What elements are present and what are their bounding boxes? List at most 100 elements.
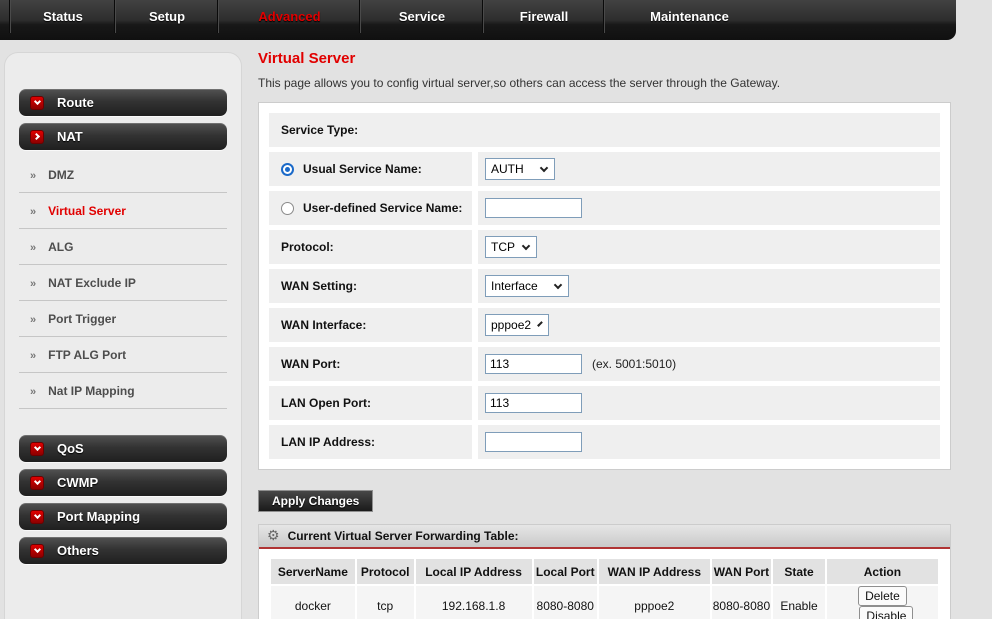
- col-header-protocol: Protocol: [357, 559, 414, 584]
- wan-setting-label: WAN Setting:: [281, 279, 357, 293]
- nat-submenu: DMZ Virtual Server ALG NAT Exclude IP Po…: [19, 157, 227, 409]
- lan-ip-address-label-cell: LAN IP Address:: [269, 425, 472, 459]
- lan-open-port-label-cell: LAN Open Port:: [269, 386, 472, 420]
- select-chevron-icon: [540, 163, 548, 171]
- chevron-down-icon: [33, 512, 40, 519]
- double-chevron-icon: [30, 310, 36, 328]
- user-defined-service-cell: User-defined Service Name:: [269, 191, 472, 225]
- usual-service-radio[interactable]: [281, 163, 294, 176]
- qos-expand-box: [30, 442, 44, 456]
- forwarding-table-title: Current Virtual Server Forwarding Table:: [288, 529, 519, 543]
- cell-wan-ip: pppoe2: [599, 586, 710, 619]
- sidebar-section-cwmp-label: CWMP: [57, 475, 98, 490]
- usual-service-control-cell: AUTH: [478, 152, 940, 186]
- col-header-local-ip-address: Local IP Address: [416, 559, 532, 584]
- nav-tab-status-label: Status: [43, 9, 83, 24]
- select-chevron-icon: [554, 280, 562, 288]
- sidebar-item-port-trigger-label: Port Trigger: [48, 312, 116, 326]
- nav-tab-advanced[interactable]: Advanced: [218, 0, 360, 33]
- select-chevron-icon: [522, 241, 530, 249]
- double-chevron-icon: [30, 274, 36, 292]
- wan-port-hint: (ex. 5001:5010): [592, 357, 676, 371]
- lan-open-port-input[interactable]: [485, 393, 582, 413]
- sidebar-item-ftp-alg-port[interactable]: FTP ALG Port: [19, 337, 227, 373]
- nav-tab-firewall-label: Firewall: [520, 9, 568, 24]
- sidebar-section-nat[interactable]: NAT: [19, 123, 227, 150]
- wan-setting-select[interactable]: Interface: [485, 275, 569, 297]
- wan-setting-select-value: Interface: [491, 279, 538, 293]
- sidebar-section-nat-label: NAT: [57, 129, 83, 144]
- nav-tab-status[interactable]: Status: [10, 0, 115, 33]
- protocol-select[interactable]: TCP: [485, 236, 537, 258]
- sidebar-section-others[interactable]: Others: [19, 537, 227, 564]
- nav-tab-advanced-label: Advanced: [258, 9, 320, 24]
- virtual-server-form: Service Type: Usual Service Name: AUTH U…: [258, 102, 951, 470]
- user-defined-service-radio[interactable]: [281, 202, 294, 215]
- service-type-row: Service Type:: [269, 113, 940, 147]
- sidebar-section-cwmp[interactable]: CWMP: [19, 469, 227, 496]
- protocol-control-cell: TCP: [478, 230, 940, 264]
- sidebar-item-nat-ip-mapping[interactable]: Nat IP Mapping: [19, 373, 227, 409]
- wan-port-control-cell: (ex. 5001:5010): [478, 347, 940, 381]
- wan-port-label-cell: WAN Port:: [269, 347, 472, 381]
- sidebar-item-alg[interactable]: ALG: [19, 229, 227, 265]
- top-navigation-bar: Status Setup Advanced Service Firewall M…: [0, 0, 956, 40]
- col-header-wan-ip-address: WAN IP Address: [599, 559, 710, 584]
- lan-open-port-control-cell: [478, 386, 940, 420]
- nav-tab-firewall[interactable]: Firewall: [483, 0, 604, 33]
- nav-tab-setup-label: Setup: [149, 9, 185, 24]
- chevron-down-icon: [33, 478, 40, 485]
- protocol-label: Protocol:: [281, 240, 334, 254]
- delete-button[interactable]: Delete: [858, 586, 907, 606]
- double-chevron-icon: [30, 346, 36, 364]
- chevron-right-icon: [32, 133, 39, 140]
- protocol-label-cell: Protocol:: [269, 230, 472, 264]
- sidebar-section-route-label: Route: [57, 95, 94, 110]
- nav-tab-maintenance[interactable]: Maintenance: [604, 0, 774, 33]
- sidebar-section-qos[interactable]: QoS: [19, 435, 227, 462]
- disable-button[interactable]: Disable: [859, 606, 913, 619]
- wan-interface-row: WAN Interface: pppoe2: [269, 308, 940, 342]
- wan-port-input[interactable]: [485, 354, 582, 374]
- apply-changes-button[interactable]: Apply Changes: [258, 490, 373, 512]
- usual-service-select[interactable]: AUTH: [485, 158, 555, 180]
- cell-local-port: 8080-8080: [534, 586, 597, 619]
- lan-open-port-row: LAN Open Port:: [269, 386, 940, 420]
- wan-interface-select[interactable]: pppoe2: [485, 314, 549, 336]
- cwmp-expand-box: [30, 476, 44, 490]
- cell-action: Delete Disable: [827, 586, 938, 619]
- forwarding-table-wrap: ServerName Protocol Local IP Address Loc…: [259, 549, 950, 619]
- sidebar-item-virtual-server[interactable]: Virtual Server: [19, 193, 227, 229]
- sidebar-item-port-trigger[interactable]: Port Trigger: [19, 301, 227, 337]
- user-defined-service-input[interactable]: [485, 198, 582, 218]
- lan-ip-address-control-cell: [478, 425, 940, 459]
- wan-interface-select-value: pppoe2: [491, 318, 531, 332]
- sidebar-section-qos-label: QoS: [57, 441, 84, 456]
- user-defined-control-cell: [478, 191, 940, 225]
- sidebar-section-route[interactable]: Route: [19, 89, 227, 116]
- chevron-down-icon: [33, 546, 40, 553]
- sidebar-item-nat-exclude-ip[interactable]: NAT Exclude IP: [19, 265, 227, 301]
- lan-ip-address-input[interactable]: [485, 432, 582, 452]
- col-header-wan-port: WAN Port: [712, 559, 771, 584]
- user-defined-service-row: User-defined Service Name:: [269, 191, 940, 225]
- port-mapping-expand-box: [30, 510, 44, 524]
- gear-icon: [267, 527, 280, 545]
- nav-tab-setup[interactable]: Setup: [115, 0, 218, 33]
- nav-tab-service-label: Service: [399, 9, 445, 24]
- double-chevron-icon: [30, 166, 36, 184]
- forwarding-table-header-bar: Current Virtual Server Forwarding Table:: [259, 525, 950, 549]
- sidebar-item-nat-exclude-ip-label: NAT Exclude IP: [48, 276, 136, 290]
- nav-tab-service[interactable]: Service: [360, 0, 483, 33]
- sidebar-section-port-mapping[interactable]: Port Mapping: [19, 503, 227, 530]
- main-content: Virtual Server This page allows you to c…: [258, 50, 952, 619]
- cell-protocol: tcp: [357, 586, 414, 619]
- nat-expand-box: [30, 130, 44, 144]
- cell-server-name: docker: [271, 586, 355, 619]
- wan-interface-control-cell: pppoe2: [478, 308, 940, 342]
- usual-service-name-row: Usual Service Name: AUTH: [269, 152, 940, 186]
- page-description: This page allows you to config virtual s…: [258, 76, 952, 90]
- cell-wan-port: 8080-8080: [712, 586, 771, 619]
- sidebar-item-dmz[interactable]: DMZ: [19, 157, 227, 193]
- usual-service-select-value: AUTH: [491, 162, 524, 176]
